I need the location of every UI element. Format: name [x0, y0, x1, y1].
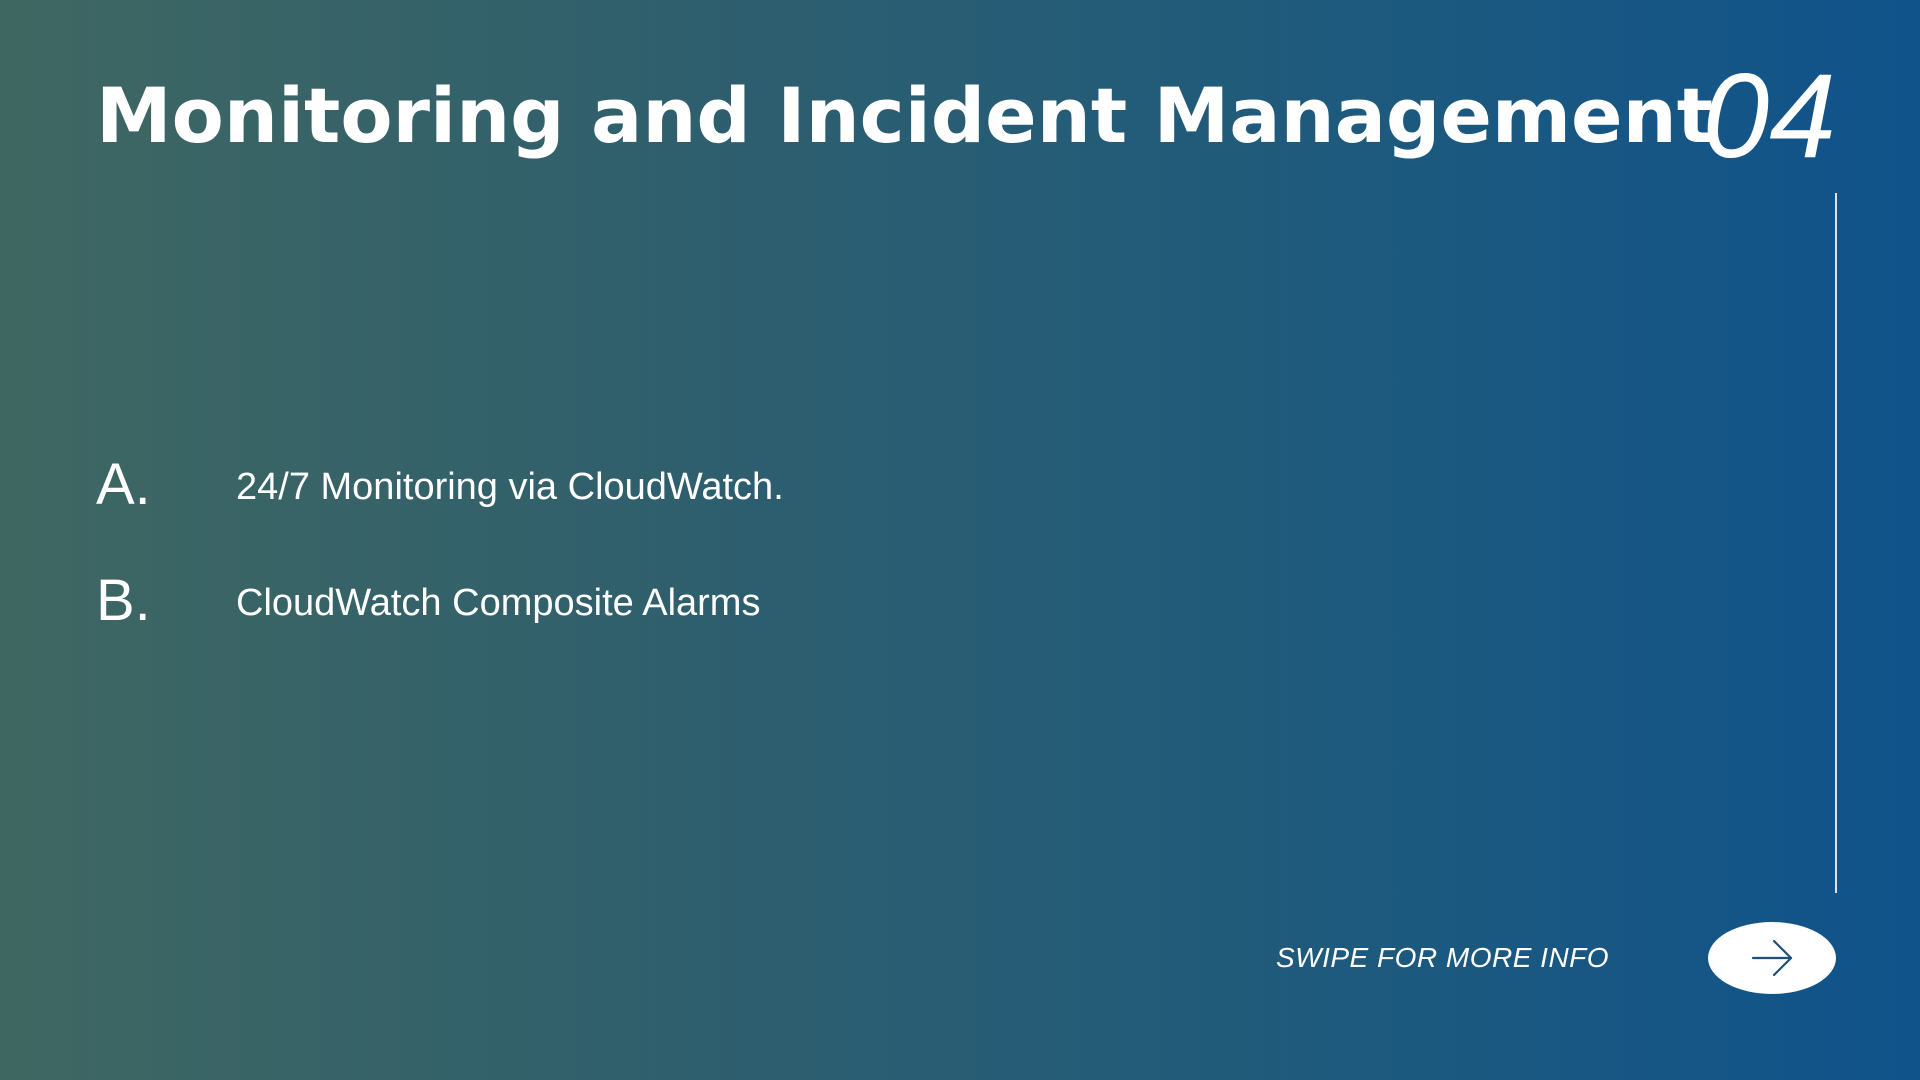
slide-title: Monitoring and Incident Management	[96, 71, 1714, 160]
list-item-letter: A.	[96, 452, 151, 517]
arrow-right-icon	[1749, 938, 1795, 978]
list-item-letter: B.	[96, 568, 151, 633]
slide: Monitoring and Incident Management 04 A.…	[0, 0, 1920, 1080]
list-item-text: CloudWatch Composite Alarms	[236, 582, 761, 624]
vertical-divider	[1835, 193, 1837, 893]
swipe-label: SWIPE FOR MORE INFO	[1276, 942, 1610, 973]
slide-number: 04	[1702, 49, 1836, 183]
list-item-text: 24/7 Monitoring via CloudWatch.	[236, 466, 784, 508]
next-button[interactable]	[1708, 922, 1836, 994]
